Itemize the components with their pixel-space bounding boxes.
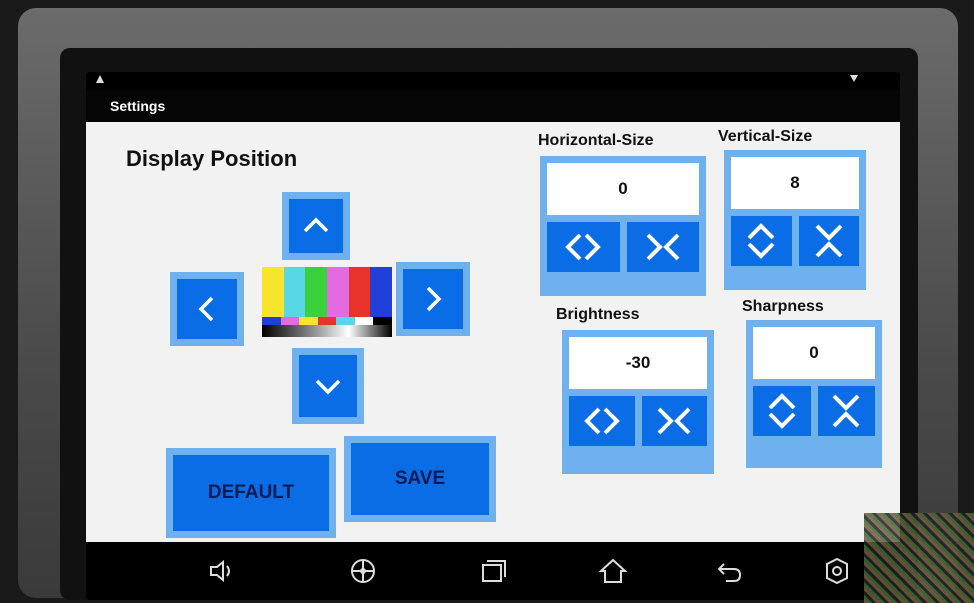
status-bar — [86, 72, 900, 90]
back-icon[interactable] — [714, 556, 744, 586]
brightness-label: Brightness — [556, 306, 640, 323]
navigation-bar — [86, 542, 900, 600]
color-bar-mini-stripe — [373, 317, 393, 325]
chevron-right-icon — [426, 286, 442, 312]
sharpness-increase-button[interactable] — [817, 386, 875, 436]
horizontal-size-panel: 0 — [540, 156, 706, 296]
sharpness-label: Sharpness — [742, 298, 824, 315]
color-bar-mini-stripe — [262, 317, 281, 325]
horizontal-size-increase-button[interactable] — [626, 222, 699, 272]
sharpness-panel: 0 — [746, 320, 882, 468]
cables — [864, 513, 974, 603]
app-title: Settings — [86, 90, 900, 122]
pinch-arrows-icon — [657, 407, 691, 435]
settings-icon[interactable] — [822, 556, 852, 586]
color-bar-stripe — [348, 267, 371, 317]
vertical-diamond-arrows-icon — [768, 393, 796, 429]
chevron-up-icon — [303, 217, 329, 233]
chevron-down-icon — [315, 379, 341, 395]
color-bar-mini-stripe — [299, 317, 318, 325]
brightness-increase-button[interactable] — [641, 396, 707, 446]
steering-wheel-icon[interactable] — [348, 556, 378, 586]
move-down-button[interactable] — [292, 348, 364, 424]
vertical-size-decrease-button[interactable] — [731, 216, 792, 266]
move-right-button[interactable] — [396, 262, 470, 336]
color-bar-mini-stripe — [336, 317, 355, 325]
warning-icon — [96, 75, 104, 83]
diamond-arrows-icon — [583, 407, 620, 435]
vertical-pinch-arrows-icon — [815, 224, 843, 258]
horizontal-size-decrease-button[interactable] — [547, 222, 620, 272]
brightness-panel: -30 — [562, 330, 714, 474]
sharpness-decrease-button[interactable] — [753, 386, 811, 436]
vertical-size-increase-button[interactable] — [798, 216, 859, 266]
volume-icon[interactable] — [206, 556, 236, 586]
color-bar-stripe — [283, 267, 306, 317]
horizontal-size-value: 0 — [547, 163, 699, 215]
save-button[interactable]: SAVE — [344, 436, 496, 522]
settings-content: Display Position DEFAULT SAVE Horizontal… — [86, 122, 900, 542]
color-bar-mini-stripe — [280, 317, 300, 325]
color-bar-mini-stripe — [317, 317, 337, 325]
horizontal-size-label: Horizontal-Size — [538, 132, 654, 149]
move-left-button[interactable] — [170, 272, 244, 346]
wifi-icon — [850, 75, 858, 82]
color-bar-stripe — [305, 267, 328, 317]
chevron-left-icon — [198, 296, 214, 322]
recent-apps-icon[interactable] — [478, 556, 508, 586]
color-bar-test-pattern — [262, 267, 393, 337]
vertical-pinch-arrows-icon — [832, 394, 860, 428]
screen: Settings Display Position DEFAULT SAVE H… — [86, 72, 900, 600]
move-up-button[interactable] — [282, 192, 350, 260]
default-button[interactable]: DEFAULT — [166, 448, 336, 538]
vertical-size-value: 8 — [731, 157, 859, 209]
display-position-heading: Display Position — [126, 146, 298, 171]
vertical-size-label: Vertical-Size — [718, 128, 813, 145]
vertical-diamond-arrows-icon — [747, 223, 775, 259]
color-bar-stripe — [327, 267, 349, 317]
color-bar-stripe — [262, 267, 284, 317]
diamond-arrows-icon — [565, 233, 602, 261]
brightness-value: -30 — [569, 337, 707, 389]
sharpness-value: 0 — [753, 327, 875, 379]
pinch-arrows-icon — [646, 233, 680, 261]
vertical-size-panel: 8 — [724, 150, 866, 290]
brightness-decrease-button[interactable] — [569, 396, 635, 446]
home-icon[interactable] — [598, 556, 628, 586]
color-bar-stripe — [370, 267, 393, 317]
color-bar-mini-stripe — [354, 317, 374, 325]
